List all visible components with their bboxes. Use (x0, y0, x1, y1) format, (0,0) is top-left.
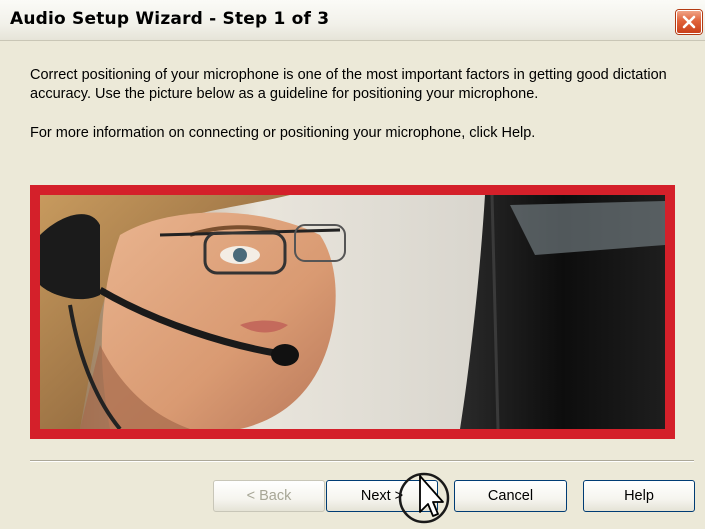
microphone-position-picture-frame (30, 185, 675, 439)
help-hint-text: For more information on connecting or po… (30, 125, 536, 141)
audio-setup-wizard-dialog: Audio Setup Wizard - Step 1 of 3 Correct… (0, 0, 705, 529)
instruction-text: Correct positioning of your microphone i… (30, 67, 667, 102)
window-title: Audio Setup Wizard - Step 1 of 3 (10, 9, 330, 29)
cancel-button[interactable]: Cancel (454, 480, 567, 512)
back-button[interactable]: < Back (213, 480, 325, 512)
headset-user-photo (40, 195, 665, 429)
title-bar[interactable]: Audio Setup Wizard - Step 1 of 3 (0, 0, 705, 41)
mouse-pointer-icon (398, 472, 450, 524)
help-button[interactable]: Help (583, 480, 695, 512)
button-separator (30, 460, 694, 462)
microphone-position-picture (40, 195, 665, 429)
close-button[interactable] (676, 10, 702, 34)
close-icon (682, 15, 696, 29)
